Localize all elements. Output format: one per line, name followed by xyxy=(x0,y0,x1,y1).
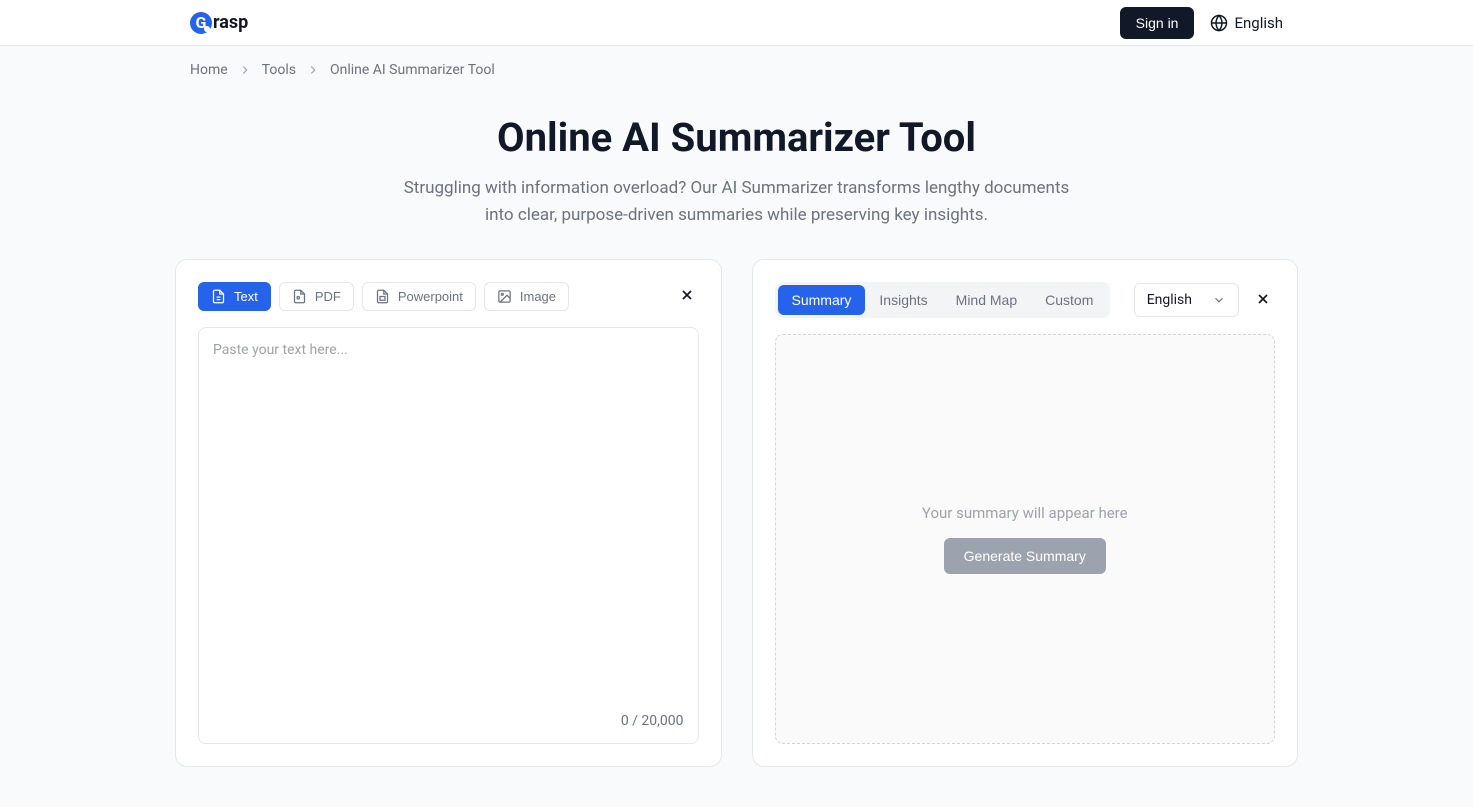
tab-insights[interactable]: Insights xyxy=(865,285,941,315)
dropdown-value: English xyxy=(1147,292,1192,308)
output-language-dropdown[interactable]: English xyxy=(1134,283,1239,317)
output-header-right: English xyxy=(1134,283,1275,317)
globe-icon xyxy=(1210,14,1228,32)
chevron-right-icon xyxy=(238,63,252,77)
chevron-down-icon xyxy=(1212,293,1226,307)
logo-text: rasp xyxy=(213,12,248,33)
breadcrumb-home[interactable]: Home xyxy=(190,62,228,78)
tab-label: Text xyxy=(234,289,258,304)
hero: Online AI Summarizer Tool Struggling wit… xyxy=(0,114,1473,229)
tab-summary[interactable]: Summary xyxy=(778,285,866,315)
chevron-right-icon xyxy=(306,63,320,77)
main-panels: Text PDF Powerpoint Image xyxy=(0,259,1473,807)
input-tabs: Text PDF Powerpoint Image xyxy=(198,282,569,311)
pdf-icon xyxy=(292,289,307,304)
text-input[interactable] xyxy=(213,342,684,705)
close-icon xyxy=(1255,291,1271,307)
image-icon xyxy=(497,289,512,304)
language-selector[interactable]: English xyxy=(1210,14,1283,32)
header-actions: Sign in English xyxy=(1120,7,1283,39)
tab-custom[interactable]: Custom xyxy=(1031,285,1107,315)
tab-label: PDF xyxy=(315,289,341,304)
tab-label: Powerpoint xyxy=(398,289,463,304)
page-title: Online AI Summarizer Tool xyxy=(0,114,1473,161)
tab-pdf[interactable]: PDF xyxy=(279,282,354,311)
header: G rasp Sign in English xyxy=(0,0,1473,46)
signin-button[interactable]: Sign in xyxy=(1120,7,1195,39)
tab-powerpoint[interactable]: Powerpoint xyxy=(362,282,476,311)
page-subtitle: Struggling with information overload? Ou… xyxy=(397,175,1077,229)
ppt-icon xyxy=(375,289,390,304)
breadcrumb: Home Tools Online AI Summarizer Tool xyxy=(0,46,1473,94)
textarea-container: 0 / 20,000 xyxy=(198,327,699,744)
clear-output-button[interactable] xyxy=(1251,287,1275,314)
generate-button[interactable]: Generate Summary xyxy=(944,538,1106,574)
tab-label: Image xyxy=(520,289,556,304)
output-panel-header: Summary Insights Mind Map Custom English xyxy=(775,282,1276,318)
output-tabs: Summary Insights Mind Map Custom xyxy=(775,282,1111,318)
character-count: 0 / 20,000 xyxy=(213,713,684,729)
tab-mindmap[interactable]: Mind Map xyxy=(942,285,1031,315)
close-icon xyxy=(679,287,695,303)
tab-image[interactable]: Image xyxy=(484,282,569,311)
breadcrumb-tools[interactable]: Tools xyxy=(262,62,296,78)
breadcrumb-current: Online AI Summarizer Tool xyxy=(330,62,495,78)
output-placeholder: Your summary will appear here xyxy=(922,504,1128,522)
language-label: English xyxy=(1234,14,1283,32)
tab-text[interactable]: Text xyxy=(198,282,271,311)
file-text-icon xyxy=(211,289,226,304)
output-panel: Summary Insights Mind Map Custom English… xyxy=(752,259,1299,767)
input-panel-header: Text PDF Powerpoint Image xyxy=(198,282,699,311)
input-panel: Text PDF Powerpoint Image xyxy=(175,259,722,767)
output-area: Your summary will appear here Generate S… xyxy=(775,334,1276,744)
logo-mark: G xyxy=(190,12,212,34)
clear-button[interactable] xyxy=(675,283,699,310)
logo[interactable]: G rasp xyxy=(190,12,248,34)
